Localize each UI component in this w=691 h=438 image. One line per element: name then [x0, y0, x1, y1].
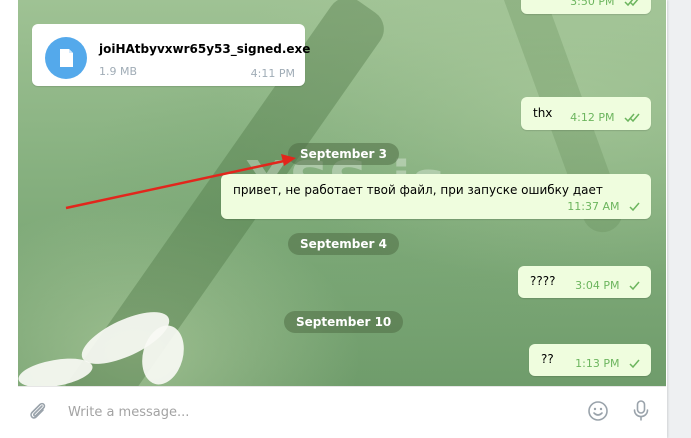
microphone-icon[interactable]: [632, 399, 650, 423]
smile-icon[interactable]: [587, 400, 609, 422]
message-composer: [18, 386, 666, 433]
message-input[interactable]: [66, 402, 570, 422]
annotation-arrow: [65, 154, 296, 210]
paperclip-icon[interactable]: [28, 400, 48, 422]
annotation-arrow-head: [281, 154, 296, 166]
chat-window: XSS.is exe 3:50 PM joiHAtbyvxwr65y53_sig…: [0, 0, 667, 438]
annotation-arrow-line: [65, 159, 285, 210]
